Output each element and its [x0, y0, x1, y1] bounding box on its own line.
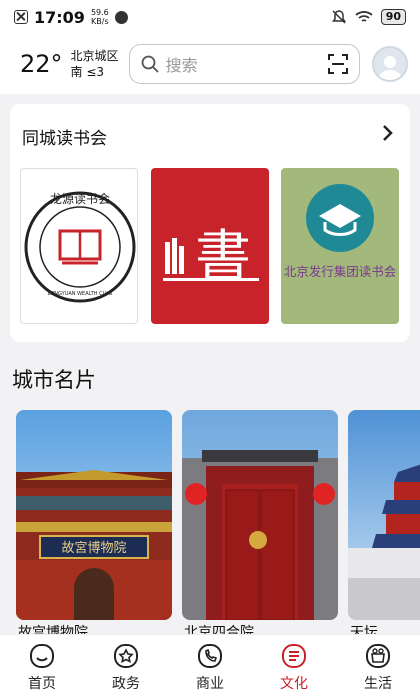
svg-text:北京发行集团读书会: 北京发行集团读书会	[284, 264, 397, 279]
scan-icon[interactable]	[327, 53, 349, 75]
book-club-title[interactable]: 同城读书会	[22, 124, 107, 149]
club-item-longyuan[interactable]: 龙源读书会 LONGYUAN WEALTH CLUB	[20, 168, 138, 324]
mute-icon	[331, 10, 346, 24]
city-card-siheyuan[interactable]	[182, 410, 338, 620]
chevron-right-icon[interactable]	[382, 124, 394, 142]
shu-logo: 書	[163, 225, 259, 290]
club-name-text: 龙源读书会	[50, 192, 110, 206]
avatar[interactable]	[372, 46, 408, 82]
life-icon	[366, 644, 390, 668]
weather-location[interactable]: 北京城区 南 ≤3	[71, 48, 119, 80]
siheyuan-image	[182, 410, 338, 620]
bottom-nav: 首页 政务 商业 文化 生活	[0, 634, 420, 700]
nav-item-home[interactable]: 首页	[0, 635, 84, 700]
wifi-icon	[355, 11, 373, 22]
app-status-icon	[114, 10, 128, 24]
gov-icon	[114, 644, 138, 668]
city-card-forbidden-city[interactable]: 故宮博物院	[16, 410, 172, 620]
search-placeholder: 搜索	[165, 56, 198, 75]
nav-item-commerce[interactable]: 商业	[168, 635, 252, 700]
nav-item-culture[interactable]: 文化	[252, 635, 336, 700]
status-time: 17:09	[34, 7, 85, 27]
nav-item-gov[interactable]: 政务	[84, 635, 168, 700]
club-item-beijing-publishing[interactable]: 北京发行集团读书会	[281, 168, 399, 324]
svg-text:故宮博物院: 故宮博物院	[61, 540, 126, 556]
temple-of-heaven-image	[348, 410, 420, 620]
club-subtitle-text: LONGYUAN WEALTH CLUB	[48, 291, 113, 297]
city-card-temple-of-heaven[interactable]	[348, 410, 420, 620]
home-icon	[30, 644, 54, 668]
top-header: 22° 北京城区 南 ≤3 搜索	[0, 34, 420, 94]
nav-item-life[interactable]: 生活	[336, 635, 420, 700]
longyuan-logo: 龙源读书会 LONGYUAN WEALTH CLUB	[24, 191, 136, 303]
battery-indicator: 90	[380, 9, 406, 25]
club-item-shu[interactable]: 書	[151, 168, 269, 324]
forbidden-city-image: 故宮博物院	[16, 410, 172, 620]
notification-icon	[14, 10, 28, 24]
culture-icon	[282, 644, 306, 668]
status-bar: 17:09 59.6 KB/s 90	[0, 0, 420, 34]
user-icon	[378, 56, 402, 80]
book-club-card: 同城读书会 龙源读书会 LONGYUAN WEALTH CLUB 書 北京发行集…	[10, 104, 410, 342]
search-input[interactable]: 搜索	[128, 44, 360, 84]
weather-temperature[interactable]: 22°	[20, 50, 63, 78]
search-icon	[141, 55, 159, 73]
beijing-publishing-logo: 北京发行集团读书会	[284, 184, 397, 279]
city-section-title: 城市名片	[12, 368, 96, 392]
commerce-icon	[198, 644, 222, 668]
network-speed: 59.6 KB/s	[90, 8, 109, 26]
